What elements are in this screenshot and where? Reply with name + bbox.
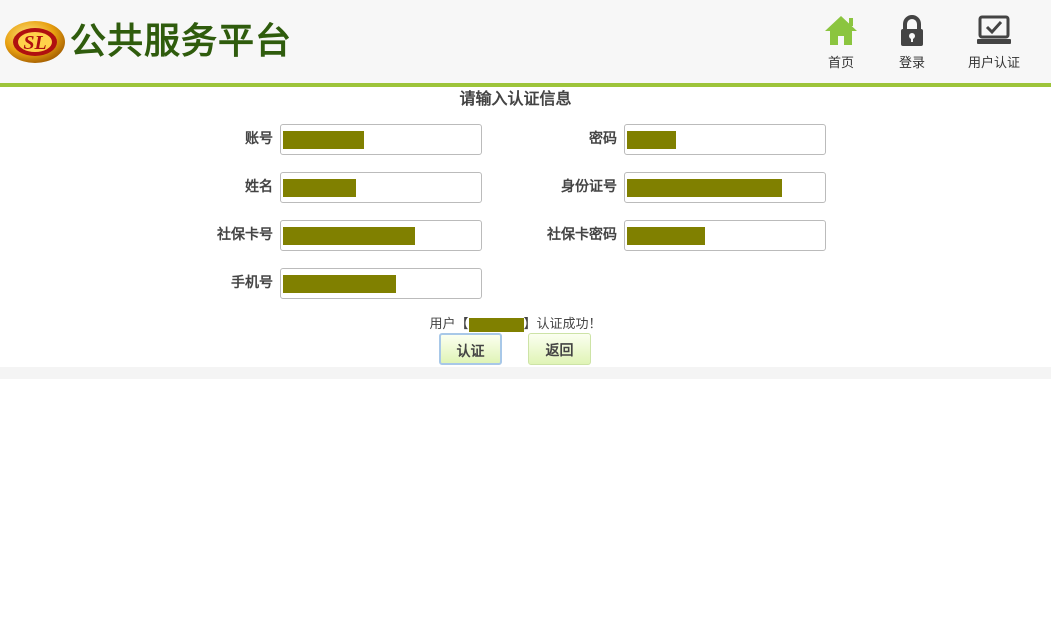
social-card-number-label: 社保卡号 <box>217 227 273 243</box>
auth-status-message: 用户【 】认证成功！ <box>0 315 1031 335</box>
redacted-username <box>468 317 524 332</box>
phone-label: 手机号 <box>231 275 273 291</box>
name-field[interactable] <box>280 172 482 203</box>
name-label: 姓名 <box>245 179 273 195</box>
redacted-value <box>627 131 676 149</box>
home-icon <box>825 16 857 45</box>
redacted-value <box>283 275 396 293</box>
account-field[interactable] <box>280 124 482 155</box>
redacted-value <box>283 179 356 197</box>
account-label: 账号 <box>245 131 273 147</box>
nav-login-label: 登录 <box>898 56 925 71</box>
logo-emblem-icon: SL <box>5 21 65 63</box>
authenticate-button[interactable]: 认证 <box>439 333 502 365</box>
footer-strip <box>0 367 1051 379</box>
social-card-number-field[interactable] <box>280 220 482 251</box>
social-card-password-label: 社保卡密码 <box>547 227 617 243</box>
nav-user-auth[interactable]: 用户认证 <box>964 14 1024 71</box>
password-label: 密码 <box>589 131 617 147</box>
lock-icon <box>901 15 923 46</box>
header-divider <box>0 83 1051 87</box>
password-field[interactable] <box>624 124 826 155</box>
nav-home[interactable]: 首页 <box>823 14 859 71</box>
status-suffix: 】认证成功！ <box>523 317 602 332</box>
laptop-check-icon <box>977 15 1011 44</box>
back-button[interactable]: 返回 <box>528 333 591 365</box>
redacted-value <box>627 179 782 197</box>
logo-text: SL <box>23 32 46 54</box>
form-title: 请输入认证信息 <box>459 89 572 108</box>
nav-login[interactable]: 登录 <box>894 14 930 71</box>
phone-field[interactable] <box>280 268 482 299</box>
top-header: SL 公共服务平台 首页 登录 用户认证 <box>0 0 1051 83</box>
platform-title: 公共服务平台 <box>70 21 293 62</box>
id-number-field[interactable] <box>624 172 826 203</box>
redacted-value <box>283 131 364 149</box>
social-card-password-field[interactable] <box>624 220 826 251</box>
nav-home-label: 首页 <box>827 56 854 71</box>
redacted-value <box>627 227 705 245</box>
nav-user-auth-label: 用户认证 <box>967 56 1020 71</box>
redacted-value <box>283 227 415 245</box>
status-prefix: 用户【 <box>429 317 469 332</box>
id-number-label: 身份证号 <box>561 179 617 195</box>
